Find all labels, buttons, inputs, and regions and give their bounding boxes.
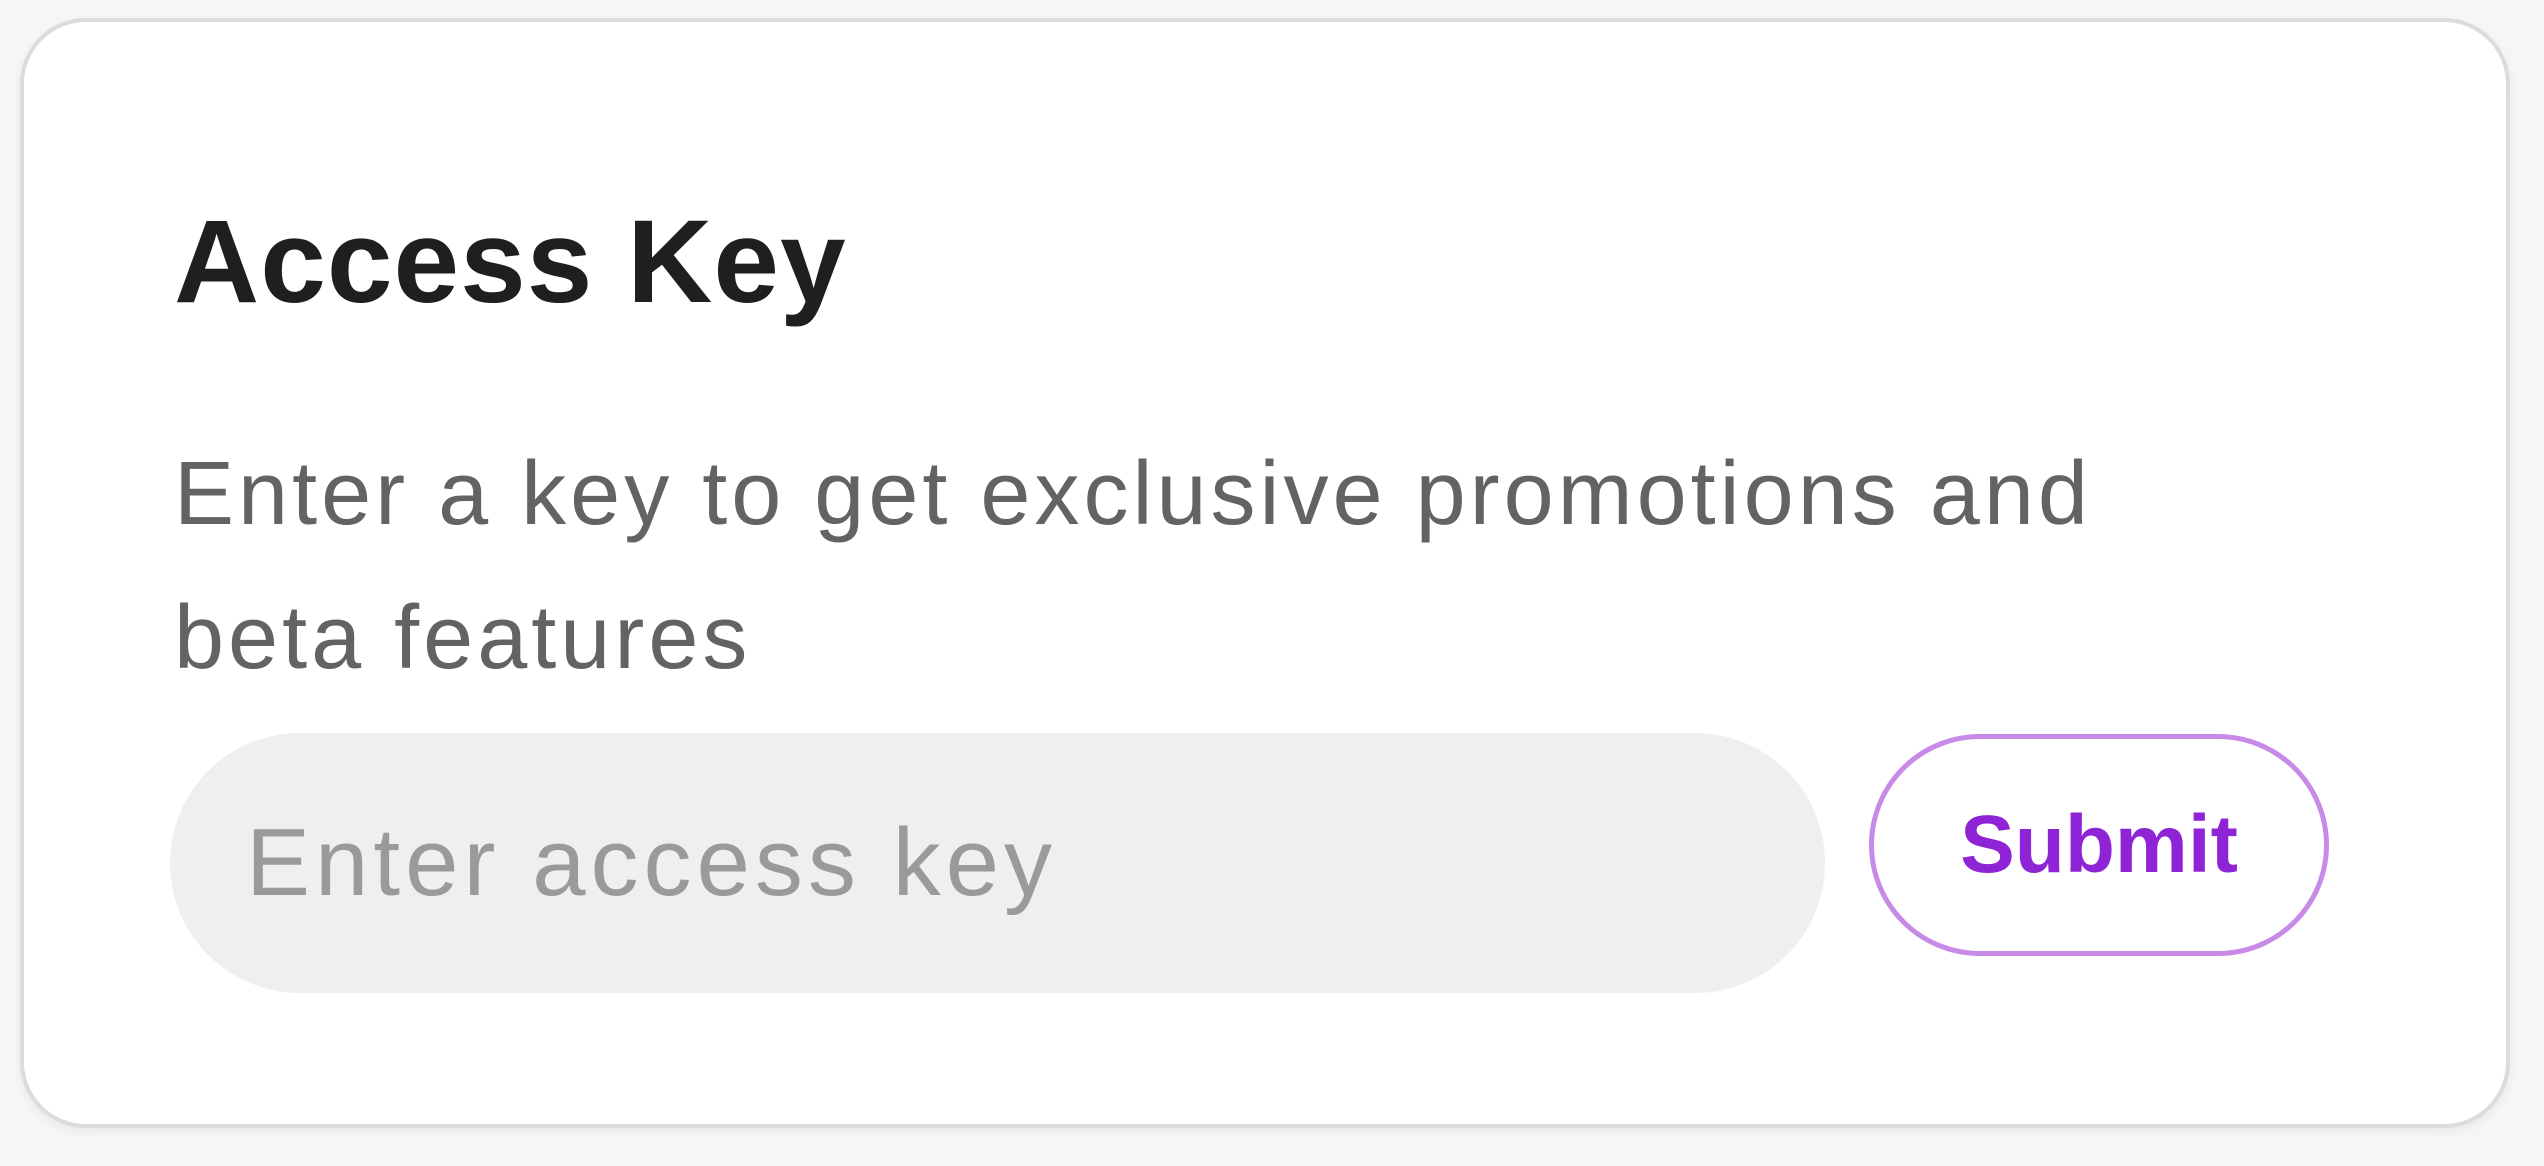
- submit-button[interactable]: Submit: [1869, 734, 2329, 956]
- card-description: Enter a key to get exclusive promotions …: [174, 444, 2092, 688]
- card-title: Access Key: [174, 196, 847, 328]
- access-key-card: Access Key Enter a key to get exclusive …: [20, 18, 2510, 1128]
- access-key-input[interactable]: [170, 733, 1825, 993]
